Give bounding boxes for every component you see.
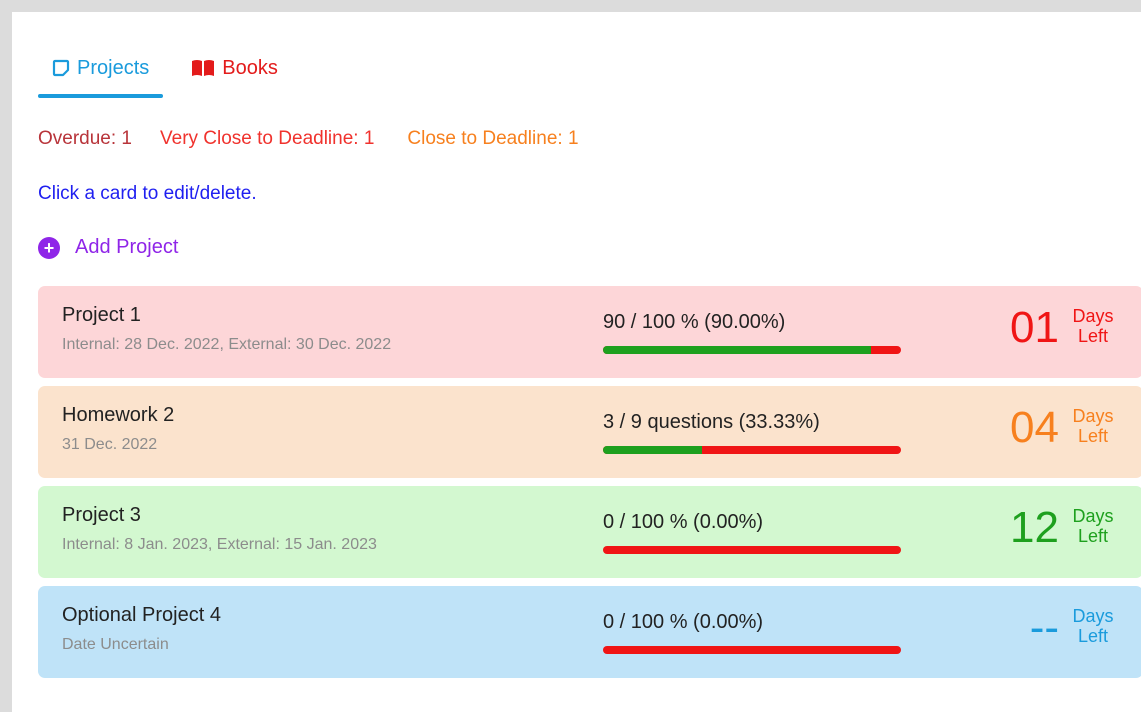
left-word: Left [1077,326,1109,346]
window-frame-left [0,0,12,712]
days-word: Days [1072,306,1114,326]
tab-bar: Projects Books [38,52,292,98]
left-word: Left [1077,426,1109,446]
card-progress-text: 0 / 100 % (0.00%) [603,511,764,533]
tab-books[interactable]: Books [177,52,292,84]
card-title: Project 1 [62,304,141,326]
tab-books-label: Books [222,56,278,79]
card-days-left: 04 [1010,403,1059,452]
main-content: Projects Books Overdue: 1 Very Close to … [12,12,1141,712]
deadline-summary: Overdue: 1 Very Close to Deadline: 1 Clo… [38,128,579,150]
card-days-label: Days Left [1065,606,1121,646]
add-project-label: Add Project [75,236,179,258]
days-word: Days [1072,406,1114,426]
card-dates: 31 Dec. 2022 [62,436,158,453]
card-days-left: 01 [1010,303,1059,352]
sticky-note-icon [52,59,70,77]
card-progress-bar [603,446,901,454]
very-close-count: Very Close to Deadline: 1 [160,128,375,149]
card-dates: Internal: 28 Dec. 2022, External: 30 Dec… [62,336,392,353]
tab-projects-label: Projects [77,56,150,79]
card-progress-bar [603,646,901,654]
project-card[interactable]: Project 3 Internal: 8 Jan. 2023, Externa… [38,486,1141,578]
add-project-button[interactable]: + Add Project [38,236,178,259]
card-days-label: Days Left [1065,306,1121,346]
window-frame-top [0,0,1141,12]
close-count: Close to Deadline: 1 [407,128,579,149]
open-book-icon [191,59,215,77]
card-progress-fill [603,346,872,354]
card-days-left: 12 [1010,503,1059,552]
tab-projects[interactable]: Projects [38,52,164,98]
card-days-label: Days Left [1065,506,1121,546]
project-card[interactable]: Project 1 Internal: 28 Dec. 2022, Extern… [38,286,1141,378]
project-card[interactable]: Optional Project 4 Date Uncertain 0 / 10… [38,586,1141,678]
card-dates: Internal: 8 Jan. 2023, External: 15 Jan.… [62,536,377,553]
left-word: Left [1077,526,1109,546]
days-word: Days [1072,606,1114,626]
left-word: Left [1077,626,1109,646]
card-progress-text: 0 / 100 % (0.00%) [603,611,764,633]
card-progress-text: 3 / 9 questions (33.33%) [603,411,820,433]
card-progress-bar [603,546,901,554]
card-progress-fill [603,446,703,454]
card-title: Homework 2 [62,404,175,426]
card-dates: Date Uncertain [62,636,169,653]
card-progress-text: 90 / 100 % (90.00%) [603,311,786,333]
card-title: Project 3 [62,504,141,526]
card-title: Optional Project 4 [62,604,221,626]
edit-hint: Click a card to edit/delete. [38,183,257,204]
project-card-list: Project 1 Internal: 28 Dec. 2022, Extern… [38,286,1141,686]
project-card[interactable]: Homework 2 31 Dec. 2022 3 / 9 questions … [38,386,1141,478]
card-days-label: Days Left [1065,406,1121,446]
card-progress-bar [603,346,901,354]
plus-circle-icon: + [38,236,60,259]
card-days-left: -- [1029,603,1059,652]
overdue-count: Overdue: 1 [38,128,132,149]
days-word: Days [1072,506,1114,526]
